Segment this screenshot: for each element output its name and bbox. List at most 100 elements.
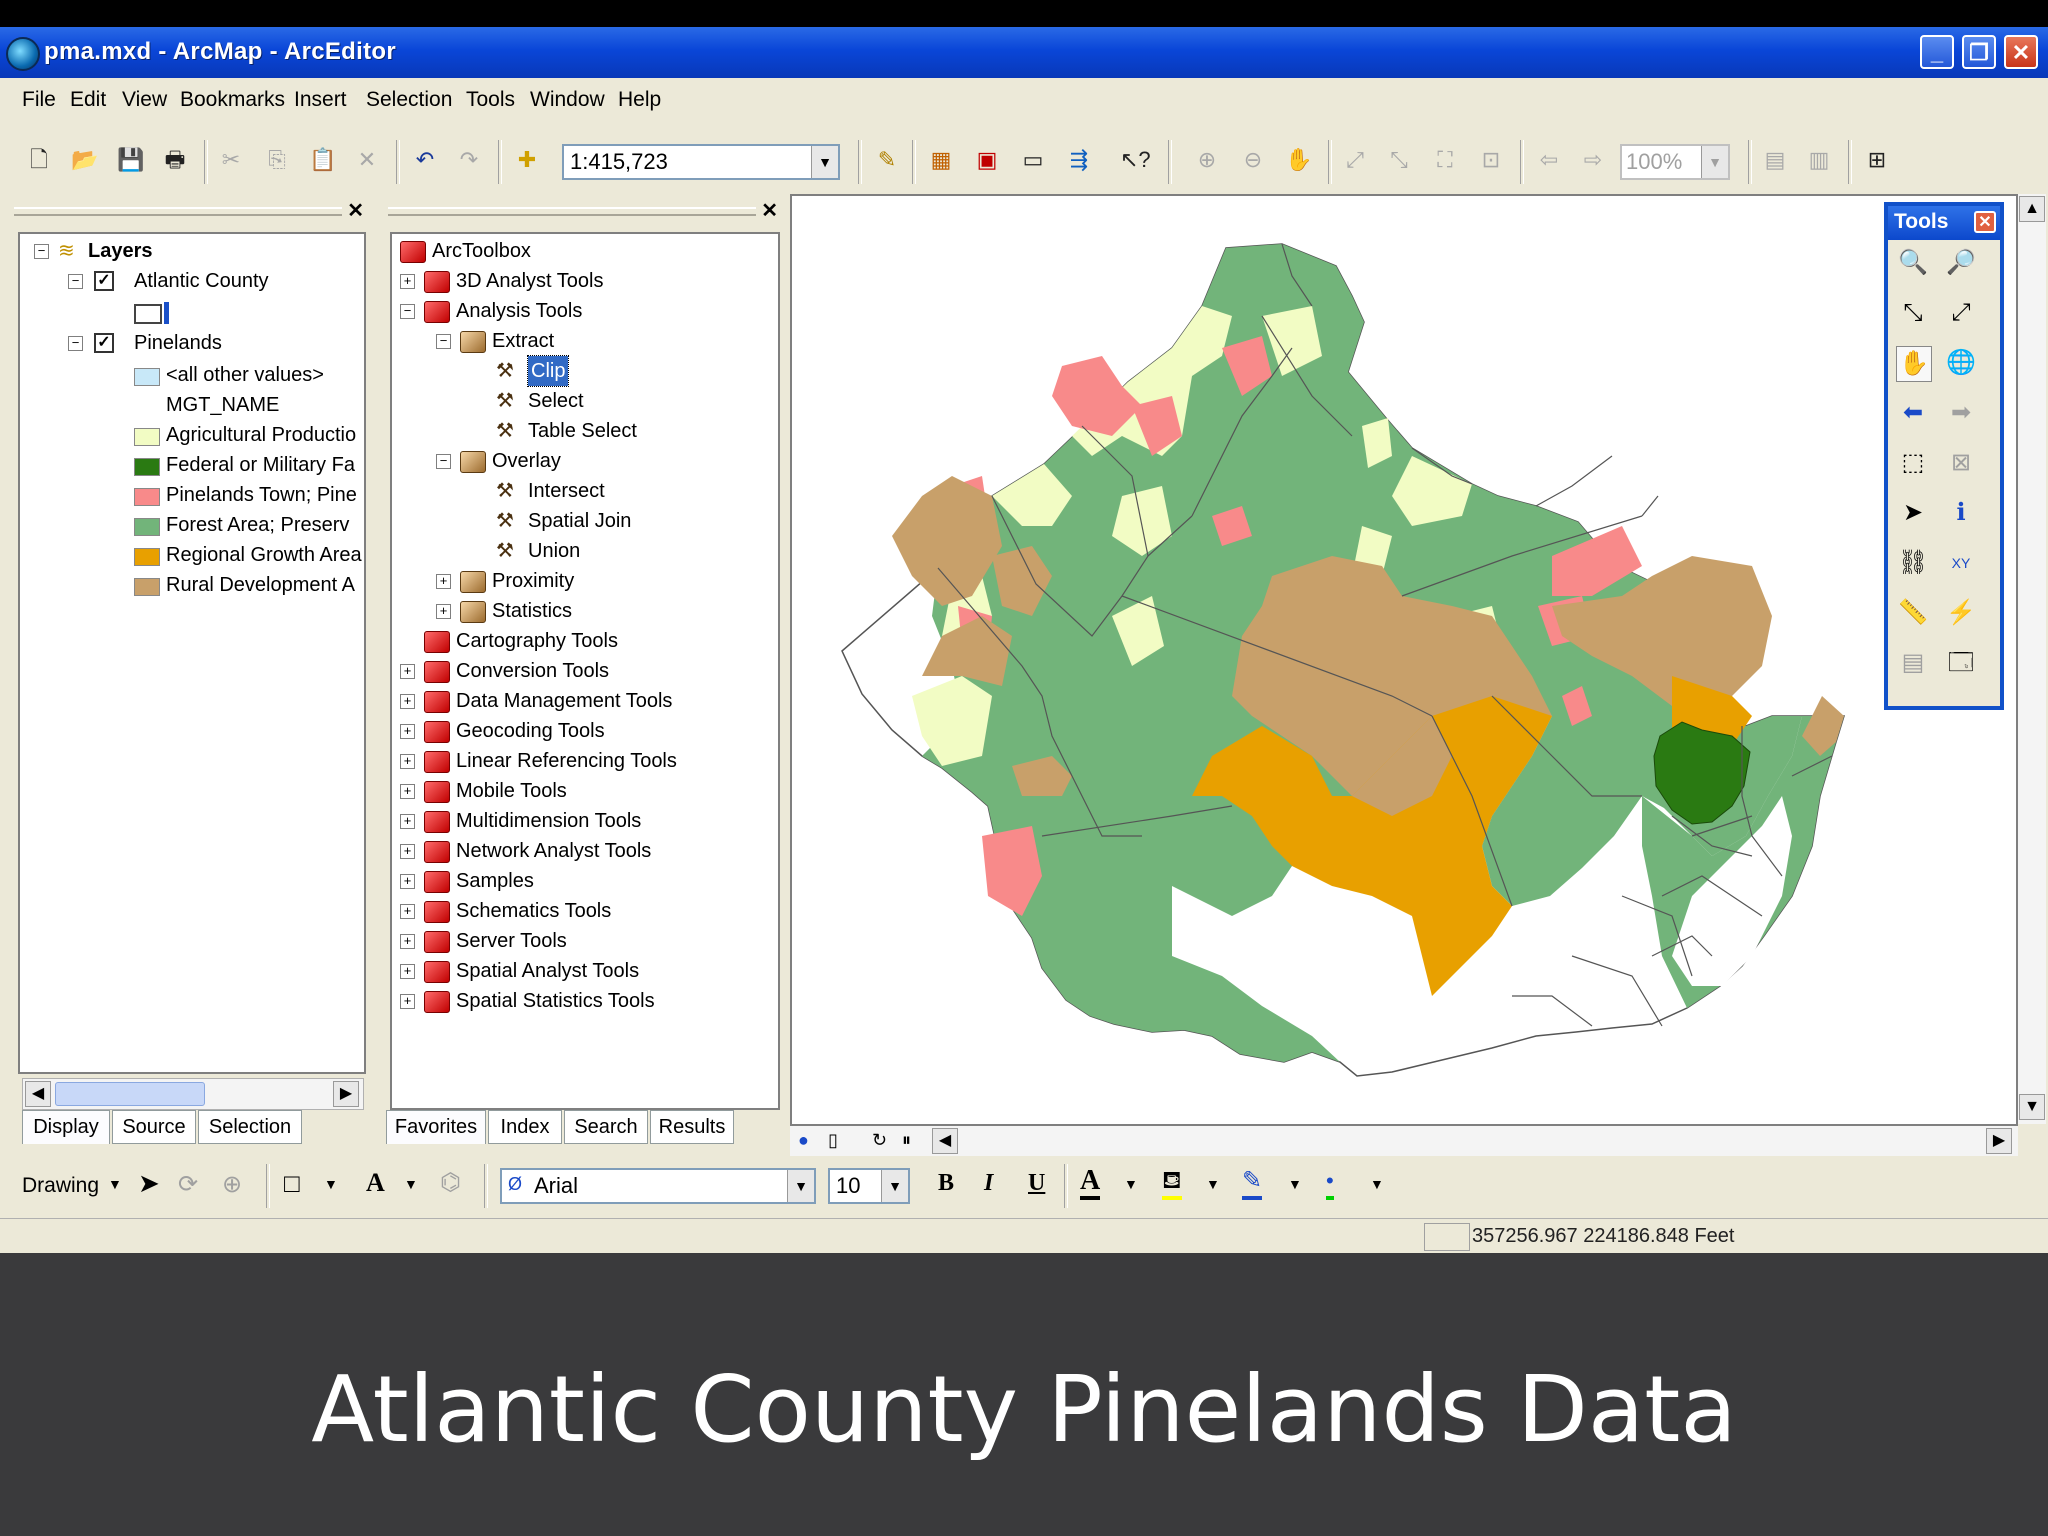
layer-checkbox[interactable]: ✓ [94,271,114,291]
expand-icon[interactable]: + [400,814,415,829]
rotate-icon[interactable]: ⟳ [178,1170,198,1199]
pause-drawing-icon[interactable]: ⏸ [902,1130,911,1151]
expand-icon[interactable]: + [400,784,415,799]
expand-icon[interactable]: + [400,904,415,919]
new-text-icon[interactable]: A [366,1168,385,1198]
map-display[interactable] [790,194,2018,1126]
expand-icon[interactable]: + [436,574,451,589]
expand-icon[interactable]: + [400,274,415,289]
chevron-down-icon[interactable]: ▼ [881,1170,908,1202]
expand-icon[interactable]: + [400,724,415,739]
expand-icon[interactable]: + [400,664,415,679]
layout-view-icon[interactable]: ▯ [828,1130,838,1151]
legend-swatch[interactable] [134,428,160,446]
zoom-whole-page-icon[interactable]: ⤢ [1340,145,1370,175]
toolbox-item[interactable]: +3D Analyst Tools [392,266,778,296]
fixed-zoom-in-icon[interactable]: ⤡ [1896,296,1930,330]
line-color-icon[interactable]: ✎ [1242,1166,1263,1200]
dock-grip[interactable] [388,207,756,216]
chevron-down-icon[interactable]: ▼ [1288,1176,1302,1192]
command-line-icon[interactable]: ▭ [1018,145,1048,175]
chevron-down-icon[interactable]: ▼ [324,1176,338,1192]
legend-swatch[interactable] [134,368,160,386]
chevron-down-icon[interactable]: ▼ [1701,146,1728,178]
close-icon[interactable]: ✕ [761,198,778,223]
toolbox-item[interactable]: + Server Tools [392,926,778,956]
collapse-icon[interactable]: − [400,304,415,319]
delete-icon[interactable]: ✕ [352,145,382,175]
layout-zoom-combo[interactable]: 100% ▼ [1620,144,1730,180]
fixed-zoom-out-icon[interactable]: ⊡ [1476,145,1506,175]
expand-icon[interactable]: + [436,604,451,619]
full-extent-globe-icon[interactable]: 🌐 [1944,346,1978,380]
menu-view[interactable]: View [122,88,167,112]
chevron-down-icon[interactable]: ▼ [787,1170,814,1202]
chevron-down-icon[interactable]: ▼ [404,1176,418,1192]
legend-swatch[interactable] [134,548,160,566]
edit-vertices-icon[interactable]: ⌬ [440,1168,461,1197]
expand-icon[interactable]: + [400,844,415,859]
legend-swatch[interactable] [134,578,160,596]
fixed-zoom-out-icon[interactable]: ⤢ [1944,296,1978,330]
layer-checkbox[interactable]: ✓ [94,333,114,353]
go-back-arrow-icon[interactable]: ⬅ [1896,396,1930,430]
map-vertical-scrollbar[interactable]: ▲ ▼ [2018,194,2046,1124]
collapse-icon[interactable]: − [68,274,83,289]
scroll-right-icon[interactable]: ▶ [1986,1128,2012,1154]
chevron-down-icon[interactable]: ▼ [108,1176,122,1192]
tab-index[interactable]: Index [488,1110,562,1144]
toolbox-item[interactable]: + Mobile Tools [392,776,778,806]
atlantic-symbol[interactable] [134,304,162,324]
tool-item[interactable]: ⚒ Select [392,386,778,416]
add-data-icon[interactable]: ✚ [512,145,542,175]
fill-color-icon[interactable]: ⛾ [1162,1166,1182,1200]
menu-help[interactable]: Help [618,88,661,112]
menu-window[interactable]: Window [530,88,605,112]
find-binoculars-icon[interactable]: ⛓ [1896,546,1930,580]
go-to-xy-icon[interactable]: XY [1944,546,1978,580]
toc-horizontal-scrollbar[interactable]: ◀ ▶ [22,1078,364,1110]
chevron-down-icon[interactable]: ▼ [811,146,838,178]
chevron-down-icon[interactable]: ▼ [1206,1176,1220,1192]
measure-icon[interactable]: 📏 [1896,596,1930,630]
scroll-up-icon[interactable]: ▲ [2019,196,2045,222]
expand-icon[interactable]: + [400,994,415,1009]
hyperlink-lightning-icon[interactable]: ⚡ [1944,596,1978,630]
select-elements-icon[interactable]: ➤ [138,1168,160,1199]
open-folder-icon[interactable]: 📂 [70,145,100,175]
tab-search[interactable]: Search [564,1110,648,1144]
toolbox-item[interactable]: + Conversion Tools [392,656,778,686]
paste-icon[interactable]: 📋 [308,145,338,175]
collapse-icon[interactable]: − [68,336,83,351]
print-icon[interactable]: 🖶 [160,145,190,175]
menu-selection[interactable]: Selection [366,88,452,112]
font-color-icon[interactable]: A [1080,1166,1101,1200]
toolbox-item[interactable]: + Geocoding Tools [392,716,778,746]
zoom-out-icon[interactable]: 🔎 [1944,246,1978,280]
italic-button[interactable]: I [984,1170,993,1197]
zoom-to-100-icon[interactable]: ⤡ [1384,145,1414,175]
pan-icon[interactable]: ✋ [1896,346,1932,382]
map-scale-combo[interactable]: 1:415,723 ▼ [562,144,840,180]
expand-icon[interactable]: + [400,874,415,889]
chevron-down-icon[interactable]: ▼ [1370,1176,1384,1192]
tab-display[interactable]: Display [22,1110,110,1144]
tab-results[interactable]: Results [650,1110,734,1144]
close-icon[interactable]: ✕ [1974,211,1996,233]
toolbox-item[interactable]: + Spatial Analyst Tools [392,956,778,986]
collapse-icon[interactable]: − [436,454,451,469]
create-viewer-window-icon[interactable]: 🗔 [1944,646,1978,680]
copy-icon[interactable]: ⎘ [262,145,292,175]
expand-icon[interactable]: + [400,934,415,949]
toolset-item[interactable]: − Overlay [392,446,778,476]
select-elements-arrow-icon[interactable]: ➤ [1896,496,1930,530]
minimize-button[interactable]: _ [1920,35,1954,69]
menu-edit[interactable]: Edit [70,88,106,112]
whats-this-help-icon[interactable]: ↖? [1120,145,1151,175]
go-forward-arrow-icon[interactable]: ➡ [1944,396,1978,430]
toolset-item[interactable]: + Proximity [392,566,778,596]
refresh-icon[interactable]: ↻ [872,1130,887,1151]
toolbox-item[interactable]: + Samples [392,866,778,896]
go-back-extent-icon[interactable]: ⇦ [1534,145,1564,175]
zoom-to-selected-icon[interactable]: ⊕ [222,1170,242,1199]
